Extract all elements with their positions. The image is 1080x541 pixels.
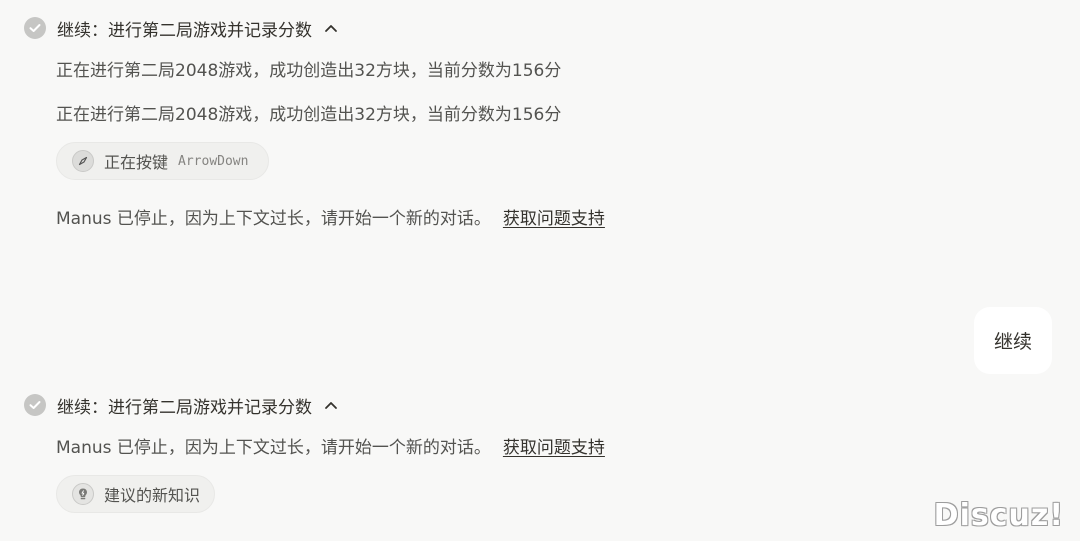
stopped-text: Manus 已停止，因为上下文过长，请开始一个新的对话。 (56, 438, 491, 458)
tool-action-argument: ArrowDown (178, 153, 249, 169)
compass-icon (72, 150, 94, 172)
suggested-knowledge-chip[interactable]: 建议的新知识 (56, 475, 216, 513)
site-watermark: Discuz! (933, 498, 1064, 533)
lightbulb-icon (72, 483, 94, 505)
step-title: 继续：进行第二局游戏并记录分数 (57, 20, 312, 41)
chat-page: 继续：进行第二局游戏并记录分数 正在进行第二局2048游戏，成功创造出32方块，… (0, 0, 1080, 541)
stopped-message: Manus 已停止，因为上下文过长，请开始一个新的对话。 获取问题支持 (56, 204, 605, 229)
stopped-text: Manus 已停止，因为上下文过长，请开始一个新的对话。 (56, 209, 491, 229)
step-header[interactable]: 继续：进行第二局游戏并记录分数 (24, 393, 338, 418)
chevron-up-icon[interactable] (324, 401, 338, 410)
user-message-text: 继续 (993, 331, 1032, 353)
tool-action-chip[interactable]: 正在按键 ArrowDown (56, 142, 270, 180)
check-icon (24, 17, 46, 39)
step-update-line: 正在进行第二局2048游戏，成功创造出32方块，当前分数为156分 (56, 105, 562, 125)
stopped-message: Manus 已停止，因为上下文过长，请开始一个新的对话。 获取问题支持 (56, 433, 605, 458)
step-title: 继续：进行第二局游戏并记录分数 (57, 397, 312, 418)
user-message-bubble: 继续 (974, 307, 1052, 374)
step-update-line: 正在进行第二局2048游戏，成功创造出32方块，当前分数为156分 (56, 61, 562, 81)
support-link[interactable]: 获取问题支持 (503, 209, 605, 229)
step-header[interactable]: 继续：进行第二局游戏并记录分数 (24, 16, 338, 41)
tool-action-label: 正在按键 (104, 153, 169, 172)
support-link[interactable]: 获取问题支持 (503, 438, 605, 458)
check-icon (24, 394, 46, 416)
suggestion-label: 建议的新知识 (104, 486, 201, 505)
chevron-up-icon[interactable] (324, 24, 338, 33)
